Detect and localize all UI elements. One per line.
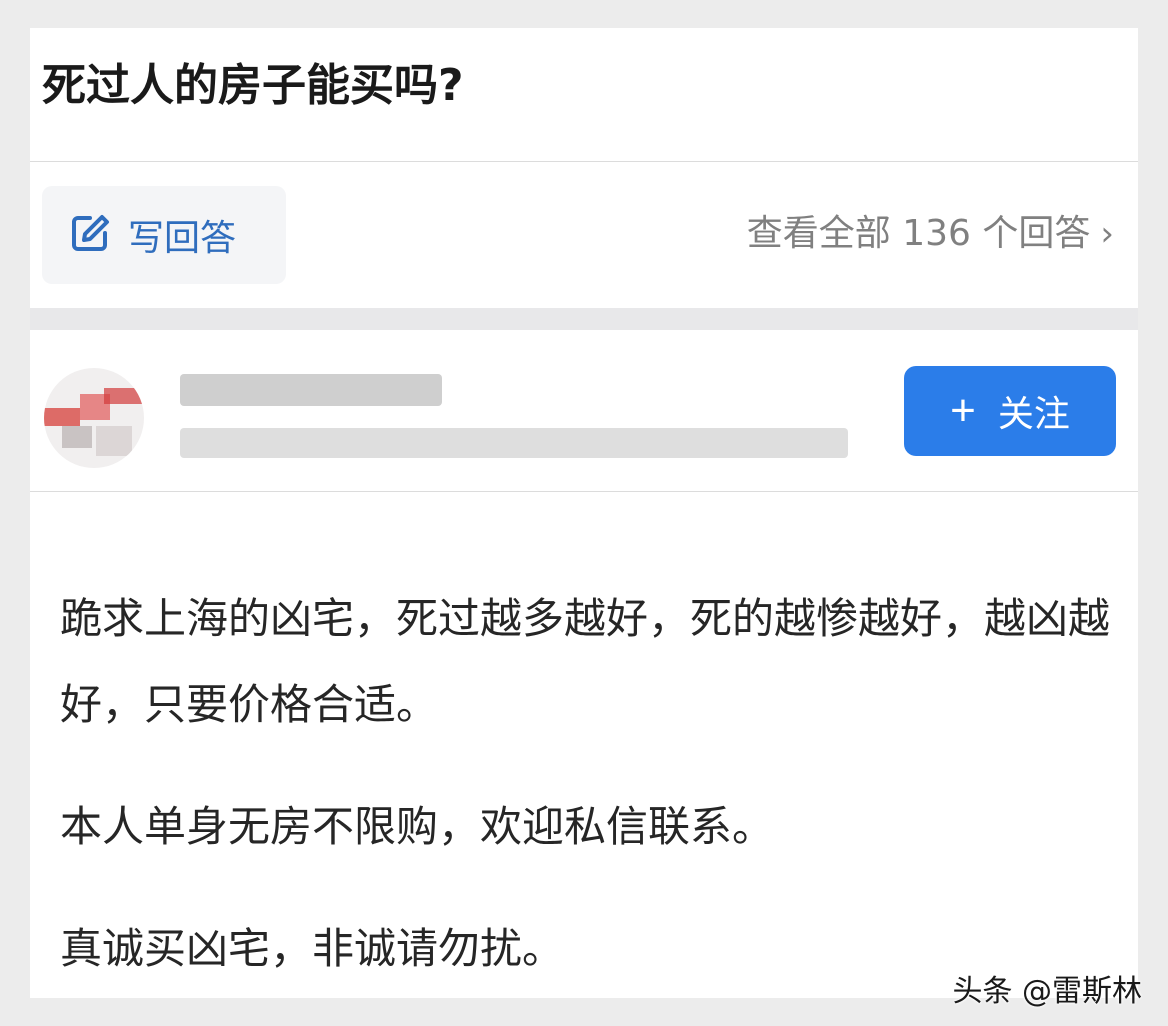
view-all-label: 查看全部 136 个回答	[746, 213, 1091, 254]
section-separator	[30, 308, 1138, 330]
watermark: 头条 @雷斯林	[952, 974, 1142, 1009]
write-answer-button[interactable]: 写回答	[42, 186, 286, 284]
author-row: + 关注	[30, 330, 1138, 490]
question-title: 死过人的房子能买吗?	[42, 60, 464, 111]
edit-icon	[68, 211, 112, 259]
author-name-redacted[interactable]	[180, 374, 442, 406]
answer-paragraph: 跪求上海的凶宅，死过越多越好，死的越惨越好，越凶越好，只要价格合适。	[60, 594, 1111, 729]
follow-button[interactable]: + 关注	[904, 366, 1116, 456]
avatar[interactable]	[44, 368, 144, 468]
chevron-right-icon: ›	[1100, 214, 1114, 254]
write-answer-label: 写回答	[128, 218, 237, 259]
divider	[30, 491, 1138, 492]
plus-icon: +	[950, 386, 976, 435]
view-all-answers-link[interactable]: 查看全部 136 个回答 ›	[747, 210, 1114, 258]
question-card: 死过人的房子能买吗? 写回答 查看全部 136 个回答 › + 关注 跪求上海的…	[30, 28, 1138, 998]
author-bio-redacted	[180, 428, 848, 458]
divider	[30, 161, 1138, 162]
answer-paragraph: 本人单身无房不限购，欢迎私信联系。	[60, 802, 775, 851]
follow-label: 关注	[997, 393, 1070, 434]
answer-content: 跪求上海的凶宅，死过越多越好，死的越惨越好，越凶越好，只要价格合适。 本人单身无…	[60, 576, 1110, 992]
